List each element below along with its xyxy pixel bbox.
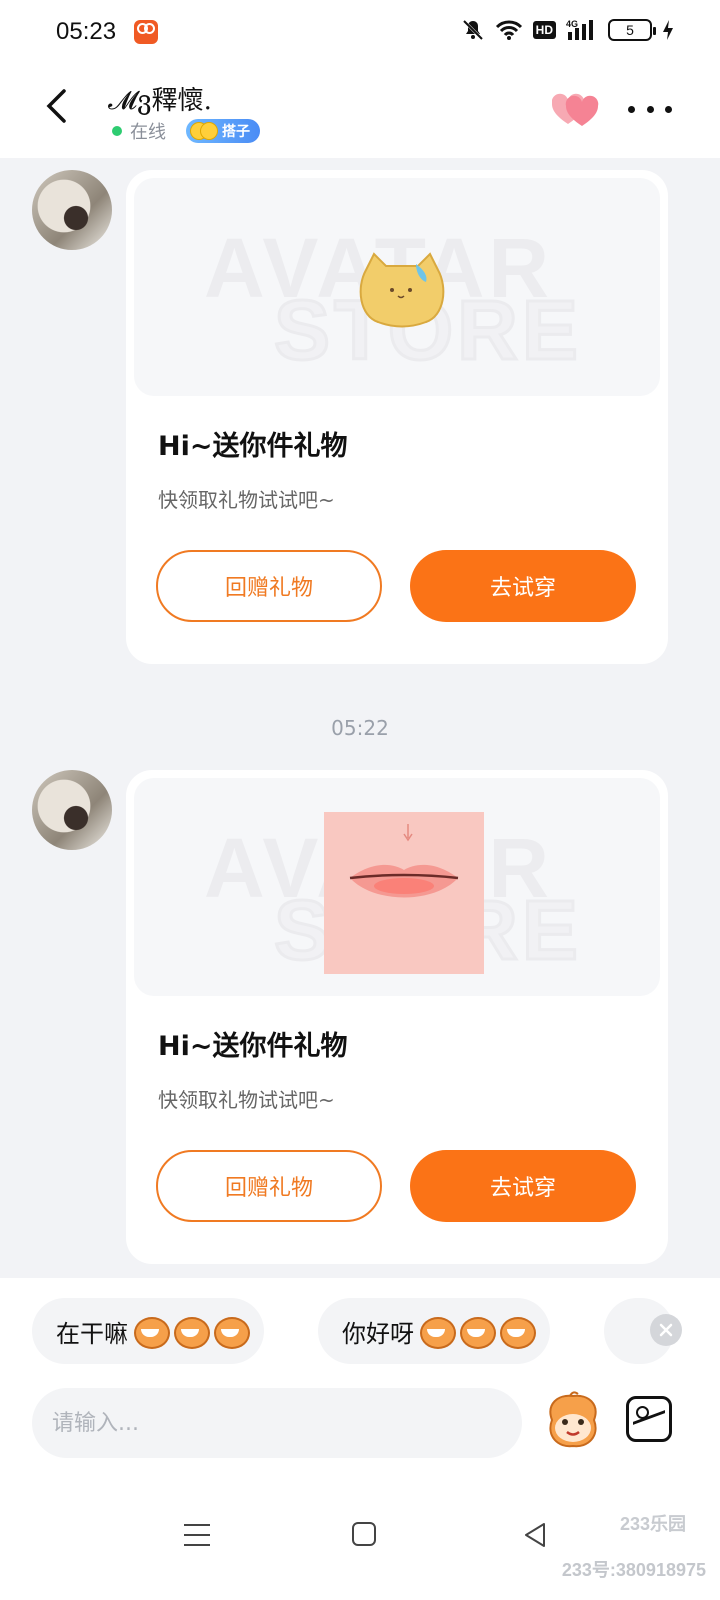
lips-makeup-item-icon xyxy=(324,812,484,974)
chevron-left-icon xyxy=(46,89,66,123)
monkey-grin-icon xyxy=(132,1315,170,1349)
hearts-button[interactable] xyxy=(551,92,600,128)
avatar[interactable] xyxy=(32,170,112,250)
status-bar: 05:23 HD 4G 5 xyxy=(0,0,720,64)
online-dot-icon xyxy=(112,126,122,136)
gift-subtitle: 快领取礼物试试吧~ xyxy=(158,1088,335,1112)
more-dot-icon xyxy=(646,105,654,113)
gift-subtitle: 快领取礼物试试吧~ xyxy=(158,488,335,512)
charging-icon xyxy=(662,19,674,41)
wifi-icon xyxy=(495,19,523,41)
monkey-grin-icon xyxy=(212,1315,250,1349)
hd-badge: HD xyxy=(532,21,556,39)
quick-reply-chip[interactable]: 你好呀 xyxy=(318,1298,550,1364)
quick-reply-text: 你好呀 xyxy=(342,1319,414,1348)
image-picker-button[interactable] xyxy=(626,1396,672,1442)
online-status: 在线 搭子 xyxy=(112,118,260,144)
monkey-grin-icon xyxy=(458,1315,496,1349)
system-nav-bar: 233乐园 233号:380918975 xyxy=(0,1490,720,1600)
app-icon xyxy=(134,20,158,44)
online-status-text: 在线 xyxy=(130,122,166,143)
monkey-grin-icon xyxy=(172,1315,210,1349)
back-button[interactable] xyxy=(34,84,78,128)
yellow-cat-item-icon xyxy=(359,252,445,328)
monkey-sticker-icon xyxy=(549,1391,597,1448)
try-on-button[interactable]: 去试穿 xyxy=(410,1150,636,1222)
gift-preview: AVATAR STORE xyxy=(134,778,660,996)
battery-icon: 5 xyxy=(608,19,656,41)
emoji-faces-icon xyxy=(190,119,218,143)
double-heart-icon xyxy=(551,93,599,126)
network-label: 4G xyxy=(566,19,578,29)
battery-level: 5 xyxy=(626,22,634,38)
more-dot-icon xyxy=(628,105,635,113)
gift-title: Hi~送你件礼物 xyxy=(158,431,348,462)
triangle-back-icon xyxy=(525,1523,545,1547)
status-time: 05:23 xyxy=(56,18,117,45)
gift-preview: AVATAR STORE xyxy=(134,178,660,396)
close-quick-replies-button[interactable] xyxy=(650,1314,682,1346)
chat-header: 𝓜ვ釋懷. 在线 搭子 xyxy=(0,64,720,158)
gift-title: Hi~送你件礼物 xyxy=(158,1031,348,1062)
buddy-badge-label: 搭子 xyxy=(222,124,250,140)
close-icon xyxy=(659,1323,673,1337)
sticker-button[interactable] xyxy=(544,1390,602,1450)
avatar[interactable] xyxy=(32,770,112,850)
watermark-id: 233号:380918975 xyxy=(561,1560,706,1580)
monkey-grin-icon xyxy=(418,1315,456,1349)
more-options-button[interactable] xyxy=(628,94,672,124)
home-button[interactable] xyxy=(352,1522,376,1546)
system-back-button[interactable] xyxy=(520,1520,550,1550)
try-on-button[interactable]: 去试穿 xyxy=(410,550,636,622)
monkey-grin-icon xyxy=(498,1315,536,1349)
buddy-badge[interactable]: 搭子 xyxy=(186,119,260,143)
status-icons: HD 4G 5 xyxy=(461,18,674,42)
more-dot-icon xyxy=(665,105,672,113)
quick-reply-chip[interactable]: 在干嘛 xyxy=(32,1298,264,1364)
message-input[interactable] xyxy=(32,1388,522,1458)
quick-reply-text: 在干嘛 xyxy=(56,1319,128,1348)
message-timestamp: 05:22 xyxy=(331,716,389,740)
chat-title: 𝓜ვ釋懷. xyxy=(108,86,212,116)
mute-bell-icon xyxy=(461,18,485,42)
return-gift-button[interactable]: 回赠礼物 xyxy=(156,1150,382,1222)
signal-icon: 4G xyxy=(566,18,598,42)
recent-apps-button[interactable] xyxy=(184,1524,210,1546)
gift-card[interactable]: AVATAR STORE Hi~送你件礼物 快领取礼物试试吧~ 回赠礼物 去试穿 xyxy=(126,170,668,664)
return-gift-button[interactable]: 回赠礼物 xyxy=(156,550,382,622)
gift-card[interactable]: AVATAR STORE Hi~送你件礼物 快领取礼物试试吧~ 回赠礼物 去试穿 xyxy=(126,770,668,1264)
watermark-logo: 233乐园 xyxy=(620,1514,687,1534)
quick-replies: 在干嘛 你好呀 xyxy=(0,1298,720,1364)
